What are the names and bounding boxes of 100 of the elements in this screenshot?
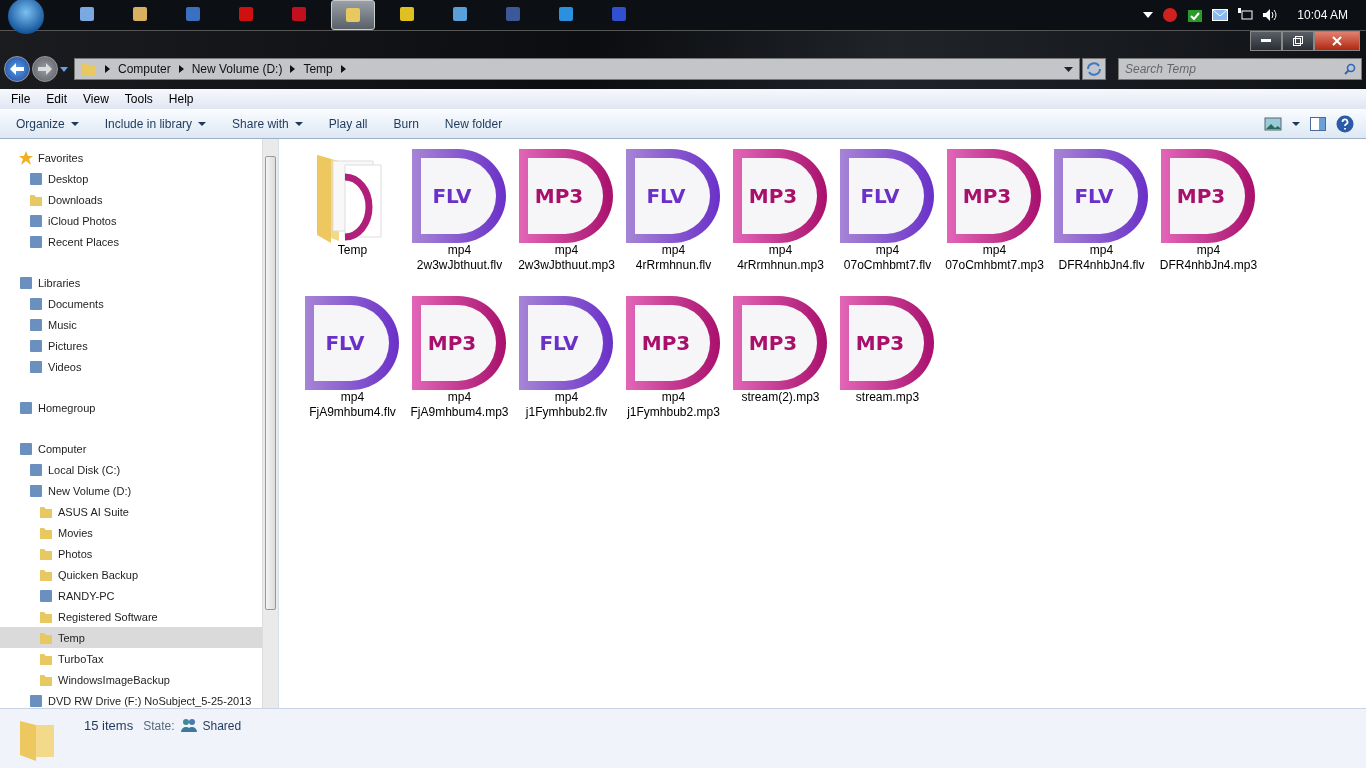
- star-icon: [18, 149, 34, 166]
- file-name: mp4 4rRrmhnun.flv: [634, 243, 713, 273]
- media-tile[interactable]: FLV mp4 07oCmhbmt7.flv: [834, 147, 941, 294]
- toolbar-button[interactable]: Include in library: [96, 113, 215, 134]
- chevron-icon[interactable]: [105, 65, 110, 73]
- nav-item[interactable]: TurboTax: [0, 648, 262, 669]
- item-icon: [28, 316, 44, 333]
- close-button[interactable]: [1314, 31, 1360, 51]
- nav-item[interactable]: Documents: [0, 293, 262, 314]
- item-icon: [38, 587, 54, 604]
- forward-arrow-icon: [38, 63, 52, 75]
- media-tile[interactable]: MP3 mp4 j1Fymhbub2.mp3: [620, 294, 727, 441]
- app-icon: [504, 5, 522, 23]
- toolbar-button[interactable]: Organize: [8, 113, 87, 134]
- help-icon[interactable]: [1336, 114, 1354, 133]
- menu-item[interactable]: Edit: [38, 92, 76, 106]
- start-button[interactable]: [8, 0, 44, 34]
- menu-item[interactable]: File: [3, 92, 39, 106]
- nav-item[interactable]: New Volume (D:): [0, 480, 262, 501]
- media-tile[interactable]: FLV mp4 j1Fymhbub2.flv: [513, 294, 620, 441]
- nav-item[interactable]: Movies: [0, 522, 262, 543]
- forward-button[interactable]: [32, 56, 58, 82]
- nav-item[interactable]: Temp: [0, 627, 262, 648]
- minimize-button[interactable]: [1250, 31, 1282, 51]
- flv-file-icon: FLV: [625, 147, 722, 243]
- chevron-icon[interactable]: [290, 65, 296, 73]
- file-name: mp4 FjA9mhbum4.mp3: [409, 390, 510, 420]
- scrollbar-thumb[interactable]: [265, 156, 276, 610]
- nav-item[interactable]: Registered Software: [0, 606, 262, 627]
- item-icon: [28, 212, 44, 229]
- nav-item[interactable]: Pictures: [0, 335, 262, 356]
- media-tile[interactable]: MP3 mp4 07oCmhbmt7.mp3: [941, 147, 1048, 294]
- tray-app-icon[interactable]: [1162, 7, 1179, 23]
- item-count: 15 items: [84, 718, 134, 733]
- network-icon[interactable]: [1237, 7, 1254, 23]
- scrollbar[interactable]: [262, 139, 278, 708]
- back-button[interactable]: [4, 56, 30, 82]
- view-options-icon[interactable]: [1264, 116, 1282, 131]
- media-tile[interactable]: MP3 stream.mp3: [834, 294, 941, 441]
- nav-item[interactable]: Recent Places: [0, 231, 262, 252]
- toolbar-button[interactable]: Burn: [385, 113, 427, 134]
- menu-item[interactable]: Tools: [116, 92, 161, 106]
- nav-item[interactable]: Music: [0, 314, 262, 335]
- nav-item[interactable]: Homegroup: [0, 397, 262, 418]
- nav-item[interactable]: Favorites: [0, 147, 262, 168]
- restore-icon: [1293, 36, 1303, 46]
- nav-item[interactable]: ASUS AI Suite: [0, 501, 262, 522]
- clock[interactable]: 10:04 AM: [1297, 8, 1348, 22]
- caret-icon: [70, 121, 79, 126]
- mail-icon[interactable]: [1212, 9, 1229, 21]
- toolbar-button[interactable]: Share with: [224, 113, 311, 134]
- nav-item[interactable]: Downloads: [0, 189, 262, 210]
- app-icon: [610, 5, 628, 23]
- refresh-icon: [1086, 62, 1102, 76]
- caret-icon[interactable]: [1143, 12, 1154, 18]
- caret-icon[interactable]: [60, 66, 68, 72]
- address-bar[interactable]: Computer New Volume (D:) Temp: [74, 58, 1080, 80]
- nav-item[interactable]: Photos: [0, 543, 262, 564]
- media-tile[interactable]: MP3 mp4 4rRrmhnun.mp3: [727, 147, 834, 294]
- nav-item[interactable]: iCloud Photos: [0, 210, 262, 231]
- nav-item[interactable]: Quicken Backup: [0, 564, 262, 585]
- dropdown-icon[interactable]: [1064, 66, 1073, 72]
- preview-pane-icon[interactable]: [1310, 116, 1326, 131]
- speaker-icon[interactable]: [1262, 7, 1279, 23]
- nav-item[interactable]: RANDY-PC: [0, 585, 262, 606]
- nav-item[interactable]: Desktop: [0, 168, 262, 189]
- media-tile[interactable]: FLV mp4 2w3wJbthuut.flv: [406, 147, 513, 294]
- menu-item[interactable]: View: [75, 92, 117, 106]
- menu-item[interactable]: Help: [160, 92, 202, 106]
- media-tile[interactable]: MP3 stream(2).mp3: [727, 294, 834, 441]
- search-field[interactable]: Search Temp: [1118, 58, 1362, 80]
- toolbar-button[interactable]: New folder: [436, 113, 511, 134]
- media-tile[interactable]: FLV mp4 FjA9mhbum4.flv: [299, 294, 406, 441]
- restore-button[interactable]: [1282, 31, 1314, 51]
- media-tile[interactable]: FLV mp4 4rRrmhnun.flv: [620, 147, 727, 294]
- chevron-icon[interactable]: [178, 65, 184, 73]
- breadcrumb[interactable]: New Volume (D:): [191, 62, 283, 76]
- flv-file-icon: FLV: [518, 294, 615, 390]
- nav-item[interactable]: Libraries: [0, 272, 262, 293]
- toolbar-button[interactable]: Play all: [320, 113, 376, 134]
- file-name: Temp: [336, 243, 369, 258]
- nav-item[interactable]: Videos: [0, 356, 262, 377]
- breadcrumb[interactable]: Computer: [118, 62, 171, 76]
- media-tile[interactable]: MP3 mp4 DFR4nhbJn4.mp3: [1155, 147, 1262, 294]
- item-icon: [28, 358, 44, 375]
- nav-item[interactable]: Local Disk (C:): [0, 459, 262, 480]
- media-tile[interactable]: MP3 mp4 FjA9mhbum4.mp3: [406, 294, 513, 441]
- nav-item[interactable]: WindowsImageBackup: [0, 669, 262, 690]
- checkmark-icon[interactable]: [1187, 7, 1204, 23]
- refresh-button[interactable]: [1082, 58, 1106, 80]
- nav-item[interactable]: DVD RW Drive (F:) NoSubject_5-25-2013: [0, 690, 262, 708]
- chevron-icon[interactable]: [340, 65, 346, 73]
- file-name: mp4 FjA9mhbum4.flv: [308, 390, 397, 420]
- breadcrumb[interactable]: Temp: [303, 62, 333, 76]
- media-tile[interactable]: Temp: [299, 147, 406, 294]
- nav-item[interactable]: Computer: [0, 438, 262, 459]
- caret-icon[interactable]: [1292, 121, 1300, 126]
- media-tile[interactable]: FLV mp4 DFR4nhbJn4.flv: [1048, 147, 1155, 294]
- media-tile[interactable]: MP3 mp4 2w3wJbthuut.mp3: [513, 147, 620, 294]
- state-value: Shared: [202, 719, 242, 733]
